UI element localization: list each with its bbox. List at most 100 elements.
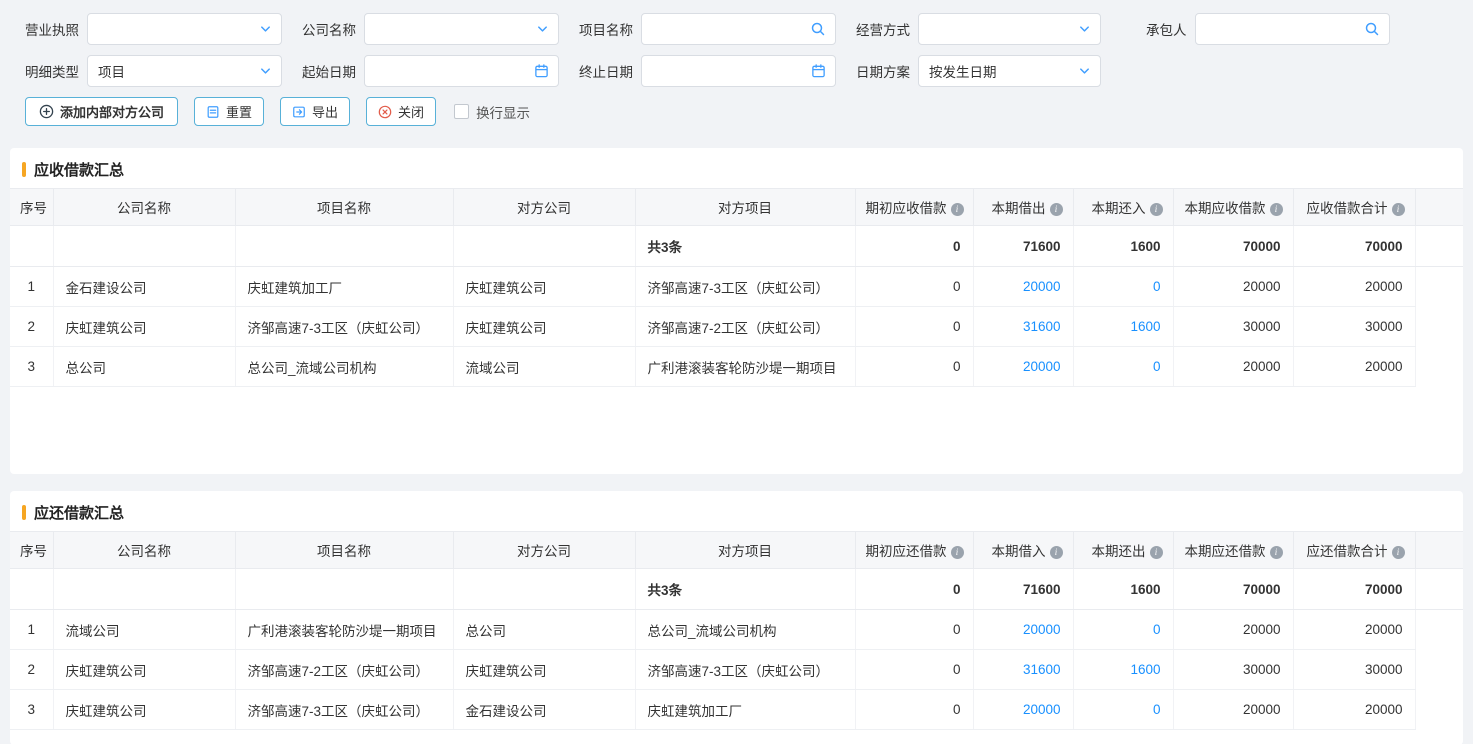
filter-business-license: 营业执照 (25, 13, 282, 45)
header-row: 序号公司名称项目名称对方公司对方项目期初应收借款i本期借出i本期还入i本期应收借… (10, 189, 1463, 226)
table-cell (53, 226, 235, 267)
table-cell: 济邹高速7-3工区（庆虹公司） (635, 650, 855, 690)
column-header: 项目名称 (235, 189, 453, 226)
project-name-input[interactable] (652, 14, 805, 44)
summary-value: 0 (855, 569, 973, 610)
amount-link[interactable]: 31600 (1023, 662, 1061, 677)
amount-link[interactable]: 0 (1153, 279, 1161, 294)
start-date-field[interactable] (375, 56, 528, 86)
summary-value: 1600 (1073, 226, 1173, 267)
table-cell (53, 569, 235, 610)
info-icon[interactable]: i (1150, 546, 1163, 559)
column-header: 本期借出i (973, 189, 1073, 226)
amount-link[interactable]: 0 (1153, 359, 1161, 374)
amount-link[interactable]: 0 (1153, 702, 1161, 717)
info-icon[interactable]: i (1270, 546, 1283, 559)
reset-button-label: 重置 (226, 102, 252, 121)
table-cell: 20000 (1293, 610, 1415, 650)
filter-end-date: 终止日期 (579, 55, 836, 87)
column-header-label: 期初应收借款 (866, 201, 947, 216)
date-scheme-select[interactable]: 按发生日期 (918, 55, 1101, 87)
wrap-display-toggle[interactable]: 换行显示 (454, 102, 530, 122)
reset-button[interactable]: 重置 (194, 97, 264, 126)
table-cell: 1 (10, 610, 53, 650)
table-cell: 31600 (973, 650, 1073, 690)
end-date-input[interactable] (641, 55, 836, 87)
column-header-label: 公司名称 (117, 201, 171, 216)
info-icon[interactable]: i (951, 203, 964, 216)
table-gutter (1415, 690, 1463, 730)
table-cell: 总公司 (53, 347, 235, 387)
column-header-label: 本期应收借款 (1185, 201, 1266, 216)
start-date-input[interactable] (364, 55, 559, 87)
table-cell: 0 (1073, 267, 1173, 307)
column-header: 对方项目 (635, 189, 855, 226)
table-cell: 20000 (1293, 267, 1415, 307)
amount-link[interactable]: 1600 (1130, 662, 1160, 677)
column-header-label: 项目名称 (317, 544, 371, 559)
operation-mode-select[interactable] (918, 13, 1101, 45)
close-button[interactable]: 关闭 (366, 97, 436, 126)
table-cell: 20000 (973, 610, 1073, 650)
amount-link[interactable]: 31600 (1023, 319, 1061, 334)
table-cell (235, 569, 453, 610)
add-internal-company-button[interactable]: 添加内部对方公司 (25, 97, 178, 126)
column-header: 对方公司 (453, 189, 635, 226)
filter-label: 营业执照 (25, 19, 79, 39)
table-cell: 0 (855, 347, 973, 387)
amount-link[interactable]: 0 (1153, 622, 1161, 637)
detail-type-select[interactable]: 项目 (87, 55, 282, 87)
amount-link[interactable]: 1600 (1130, 319, 1160, 334)
chevron-down-icon (259, 65, 272, 78)
info-icon[interactable]: i (951, 546, 964, 559)
column-header: 应还借款合计i (1293, 532, 1415, 569)
amount-link[interactable]: 20000 (1023, 702, 1061, 717)
business-license-select[interactable] (87, 13, 282, 45)
amount-link[interactable]: 20000 (1023, 279, 1061, 294)
table-cell: 庆虹建筑加工厂 (235, 267, 453, 307)
filter-contractor: 承包人 (1146, 13, 1390, 45)
info-icon[interactable]: i (1392, 546, 1405, 559)
chevron-down-icon (1078, 65, 1091, 78)
column-header-label: 对方项目 (718, 544, 772, 559)
payable-table: 序号公司名称项目名称对方公司对方项目期初应还借款i本期借入i本期还出i本期应还借… (10, 531, 1463, 730)
table-gutter (1415, 347, 1463, 387)
contractor-input[interactable] (1206, 14, 1359, 44)
summary-value: 0 (855, 226, 973, 267)
filter-label: 起始日期 (302, 61, 356, 81)
info-icon[interactable]: i (1270, 203, 1283, 216)
amount-link[interactable]: 20000 (1023, 622, 1061, 637)
column-header: 应收借款合计i (1293, 189, 1415, 226)
export-button[interactable]: 导出 (280, 97, 350, 126)
filter-label: 经营方式 (856, 19, 910, 39)
contractor-search[interactable] (1195, 13, 1390, 45)
table-cell: 金石建设公司 (53, 267, 235, 307)
chevron-down-icon (259, 23, 272, 36)
table-cell: 0 (1073, 690, 1173, 730)
amount-link[interactable]: 20000 (1023, 359, 1061, 374)
info-icon[interactable]: i (1150, 203, 1163, 216)
company-name-select[interactable] (364, 13, 559, 45)
table-row: 1金石建设公司庆虹建筑加工厂庆虹建筑公司济邹高速7-3工区（庆虹公司）02000… (10, 267, 1463, 307)
checkbox-icon[interactable] (454, 104, 469, 119)
table-gutter (1415, 307, 1463, 347)
table-cell: 庆虹建筑公司 (453, 307, 635, 347)
table-cell: 庆虹建筑加工厂 (635, 690, 855, 730)
info-icon[interactable]: i (1392, 203, 1405, 216)
info-icon[interactable]: i (1050, 546, 1063, 559)
end-date-field[interactable] (652, 56, 805, 86)
column-header-label: 项目名称 (317, 201, 371, 216)
filter-date-scheme: 日期方案 按发生日期 (856, 55, 1101, 87)
table-cell: 1600 (1073, 307, 1173, 347)
table-cell (10, 569, 53, 610)
info-icon[interactable]: i (1050, 203, 1063, 216)
table-cell: 30000 (1293, 650, 1415, 690)
summary-value: 70000 (1173, 226, 1293, 267)
summary-value: 70000 (1173, 569, 1293, 610)
payable-section-title: 应还借款汇总 (10, 491, 1463, 531)
filter-label: 明细类型 (25, 61, 79, 81)
table-cell: 0 (1073, 347, 1173, 387)
table-cell: 济邹高速7-2工区（庆虹公司） (635, 307, 855, 347)
project-name-search[interactable] (641, 13, 836, 45)
table-cell: 庆虹建筑公司 (53, 307, 235, 347)
